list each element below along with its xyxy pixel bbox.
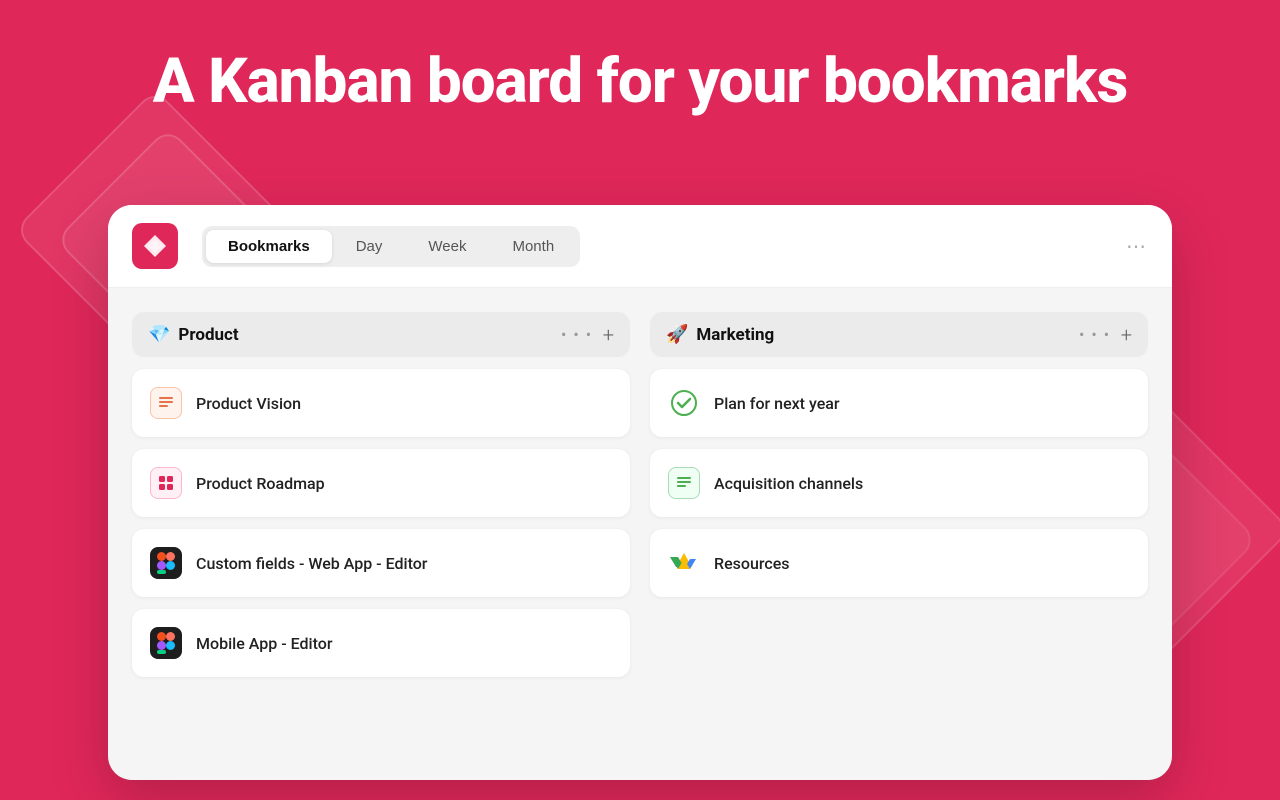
column-product-header: 💎 Product • • • + [132,312,630,357]
card-custom-fields-title: Custom fields - Web App - Editor [196,554,427,573]
column-product-actions: • • • + [561,325,614,345]
main-card: Bookmarks Day Week Month ⋯ 💎 Product • •… [108,205,1172,780]
logo[interactable] [132,223,178,269]
card-product-roadmap[interactable]: Product Roadmap [132,449,630,517]
nav-bar: Bookmarks Day Week Month ⋯ [108,205,1172,288]
card-plan-next-year-icon [668,387,700,419]
column-marketing-add[interactable]: + [1121,325,1132,345]
column-marketing-emoji: 🚀 [666,324,688,345]
card-resources-icon [668,547,700,579]
column-product-add[interactable]: + [603,325,614,345]
card-product-vision-icon [150,387,182,419]
column-product: 💎 Product • • • + Product Vision [132,312,630,756]
card-mobile-editor-icon [150,627,182,659]
card-custom-fields-icon [150,547,182,579]
card-product-roadmap-icon [150,467,182,499]
card-acquisition[interactable]: Acquisition channels [650,449,1148,517]
card-product-roadmap-title: Product Roadmap [196,474,325,493]
column-marketing-header: 🚀 Marketing • • • + [650,312,1148,357]
column-marketing-title: Marketing [696,325,1071,345]
column-marketing-more[interactable]: • • • [1079,325,1111,344]
tab-day[interactable]: Day [334,230,405,263]
column-product-title: Product [178,325,553,345]
card-resources[interactable]: Resources [650,529,1148,597]
column-product-more[interactable]: • • • [561,325,593,344]
logo-icon [142,233,168,259]
column-marketing: 🚀 Marketing • • • + Plan for next year [650,312,1148,756]
card-plan-next-year-title: Plan for next year [714,394,840,413]
card-mobile-editor[interactable]: Mobile App - Editor [132,609,630,677]
card-plan-next-year[interactable]: Plan for next year [650,369,1148,437]
card-custom-fields[interactable]: Custom fields - Web App - Editor [132,529,630,597]
nav-tabs: Bookmarks Day Week Month [202,226,580,267]
card-product-vision[interactable]: Product Vision [132,369,630,437]
tab-week[interactable]: Week [406,230,488,263]
board-area: 💎 Product • • • + Product Vision [108,288,1172,780]
column-product-emoji: 💎 [148,324,170,345]
page-heading: A Kanban board for your bookmarks [0,48,1280,116]
card-mobile-editor-title: Mobile App - Editor [196,634,332,653]
card-acquisition-title: Acquisition channels [714,474,863,493]
card-acquisition-icon [668,467,700,499]
tab-month[interactable]: Month [490,230,576,263]
tab-bookmarks[interactable]: Bookmarks [206,230,332,263]
column-marketing-actions: • • • + [1079,325,1132,345]
card-resources-title: Resources [714,554,790,573]
nav-more-button[interactable]: ⋯ [1126,234,1148,258]
card-product-vision-title: Product Vision [196,394,301,413]
